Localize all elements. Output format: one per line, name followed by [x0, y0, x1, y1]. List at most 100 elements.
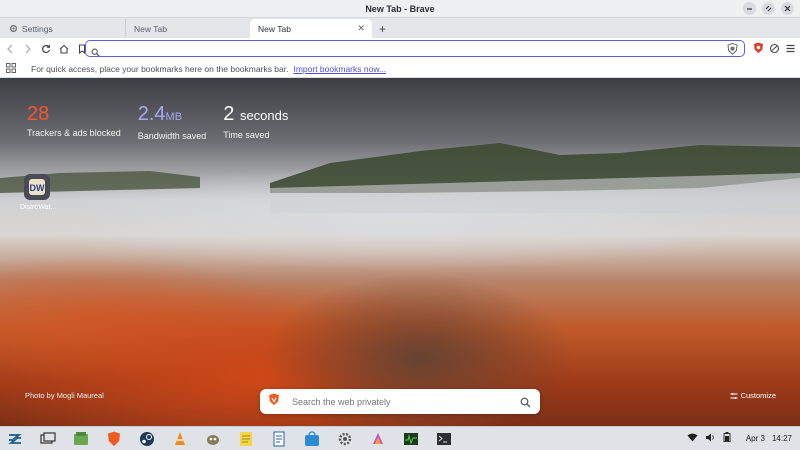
address-input[interactable] [104, 43, 704, 54]
new-tab-page: 28 Trackers & ads blocked 2.4MB Bandwidt… [0, 78, 800, 426]
window-controls [743, 2, 794, 15]
zorin-menu-button[interactable] [5, 429, 25, 449]
vlc-app[interactable] [170, 429, 190, 449]
maximize-button[interactable] [762, 2, 775, 15]
trackers-label: Trackers & ads blocked [27, 128, 121, 138]
stat-trackers: 28 Trackers & ads blocked [27, 103, 121, 141]
notes-app[interactable] [236, 429, 256, 449]
bandwidth-unit: MB [165, 111, 183, 123]
restore-icon [765, 5, 772, 12]
customize-button[interactable]: Customize [730, 391, 776, 400]
window-title: New Tab - Brave [365, 3, 435, 14]
brave-icon [108, 431, 120, 446]
stat-time: 2 seconds Time saved [223, 103, 288, 141]
notes-icon [240, 431, 252, 446]
software-store-icon [305, 430, 319, 446]
photo-credit: Photo by Mogli Maureal [25, 391, 104, 400]
back-button[interactable] [2, 41, 18, 57]
extensions-icon[interactable] [769, 41, 780, 59]
gimp-app[interactable] [203, 429, 223, 449]
new-tab-button[interactable]: + [372, 19, 393, 38]
search-input[interactable] [292, 396, 502, 407]
show-desktop-button[interactable] [38, 429, 58, 449]
background-landscape [0, 143, 800, 213]
toolbar-right-actions [753, 41, 796, 59]
tab-label: New Tab [258, 23, 291, 34]
tab-settings[interactable]: Settings [0, 19, 125, 38]
browser-toolbar [0, 38, 800, 60]
brave-stats: 28 Trackers & ads blocked 2.4MB Bandwidt… [27, 103, 288, 141]
gimp-icon [207, 434, 219, 445]
bandwidth-value: 2.4 [137, 103, 166, 125]
steam-app[interactable] [137, 429, 157, 449]
bookmarks-bar: For quick access, place your bookmarks h… [0, 60, 800, 78]
software-app[interactable] [302, 429, 322, 449]
sliders-icon [730, 392, 738, 399]
clock-time[interactable]: 14:27 [772, 434, 792, 443]
home-button[interactable] [56, 41, 72, 57]
back-arrow-icon [7, 44, 13, 54]
home-icon [59, 44, 69, 54]
customize-label: Customize [740, 391, 776, 400]
tab-new-tab-active[interactable]: New Tab ✕ [250, 19, 372, 38]
time-label: Time saved [223, 130, 270, 140]
apps-grid-icon[interactable] [6, 62, 16, 75]
steam-icon [140, 431, 154, 446]
system-tray: Apr 3 14:27 [687, 432, 792, 444]
distrowatch-icon: DW [24, 174, 50, 200]
time-unit: seconds [239, 108, 289, 123]
svg-text:DW: DW [30, 183, 45, 193]
system-monitor-app[interactable] [401, 429, 421, 449]
close-window-button[interactable] [781, 2, 794, 15]
terminal-app[interactable] [434, 429, 454, 449]
clock-date[interactable]: Apr 3 [746, 434, 765, 443]
forward-button[interactable] [20, 41, 36, 57]
tab-new-tab[interactable]: New Tab [125, 19, 250, 38]
search-submit-icon[interactable] [520, 395, 531, 413]
system-monitor-icon [404, 432, 418, 445]
stat-bandwidth: 2.4MB Bandwidth saved [138, 103, 207, 141]
settings-gear-icon [338, 432, 352, 445]
address-bar[interactable] [85, 40, 745, 57]
top-site-label: DistroWat... [20, 204, 57, 211]
battery-icon[interactable] [723, 432, 731, 444]
close-icon [784, 5, 791, 12]
minimize-icon [747, 8, 752, 10]
close-tab-icon[interactable]: ✕ [357, 23, 365, 34]
files-icon [74, 431, 88, 445]
volume-icon[interactable] [705, 433, 716, 444]
document-icon [273, 431, 285, 446]
windows-icon [40, 431, 56, 444]
bookmarks-hint-text: For quick access, place your bookmarks h… [31, 63, 289, 74]
tab-label: Settings [22, 23, 53, 34]
system-taskbar: Apr 3 14:27 [0, 426, 800, 450]
reload-icon [42, 44, 51, 54]
time-value: 2 [223, 103, 235, 125]
top-site-tile[interactable]: DW DistroWat... [20, 174, 70, 211]
tab-strip: Settings New Tab New Tab ✕ + [0, 18, 800, 38]
vlc-icon [175, 431, 185, 445]
forward-arrow-icon [25, 44, 31, 54]
settings-app[interactable] [335, 429, 355, 449]
brave-logo-icon [268, 393, 280, 411]
terminal-icon [437, 432, 451, 445]
writer-app[interactable] [269, 429, 289, 449]
minimize-button[interactable] [743, 2, 756, 15]
color-palette-icon [373, 432, 383, 444]
import-bookmarks-link[interactable]: Import bookmarks now... [293, 64, 386, 74]
gear-icon [8, 24, 18, 34]
brave-rewards-icon[interactable] [753, 41, 764, 59]
search-box[interactable] [260, 389, 540, 414]
trackers-count: 28 [27, 103, 50, 125]
bandwidth-label: Bandwidth saved [137, 131, 207, 141]
menu-icon[interactable] [785, 41, 796, 59]
files-app[interactable] [71, 429, 91, 449]
brave-app[interactable] [104, 429, 124, 449]
window-titlebar: New Tab - Brave [0, 0, 800, 18]
tab-label: New Tab [134, 23, 167, 34]
zorin-logo-icon [8, 433, 22, 444]
color-app[interactable] [368, 429, 388, 449]
wifi-icon[interactable] [687, 433, 698, 444]
reload-button[interactable] [38, 41, 54, 57]
brave-shields-icon[interactable] [727, 42, 738, 60]
